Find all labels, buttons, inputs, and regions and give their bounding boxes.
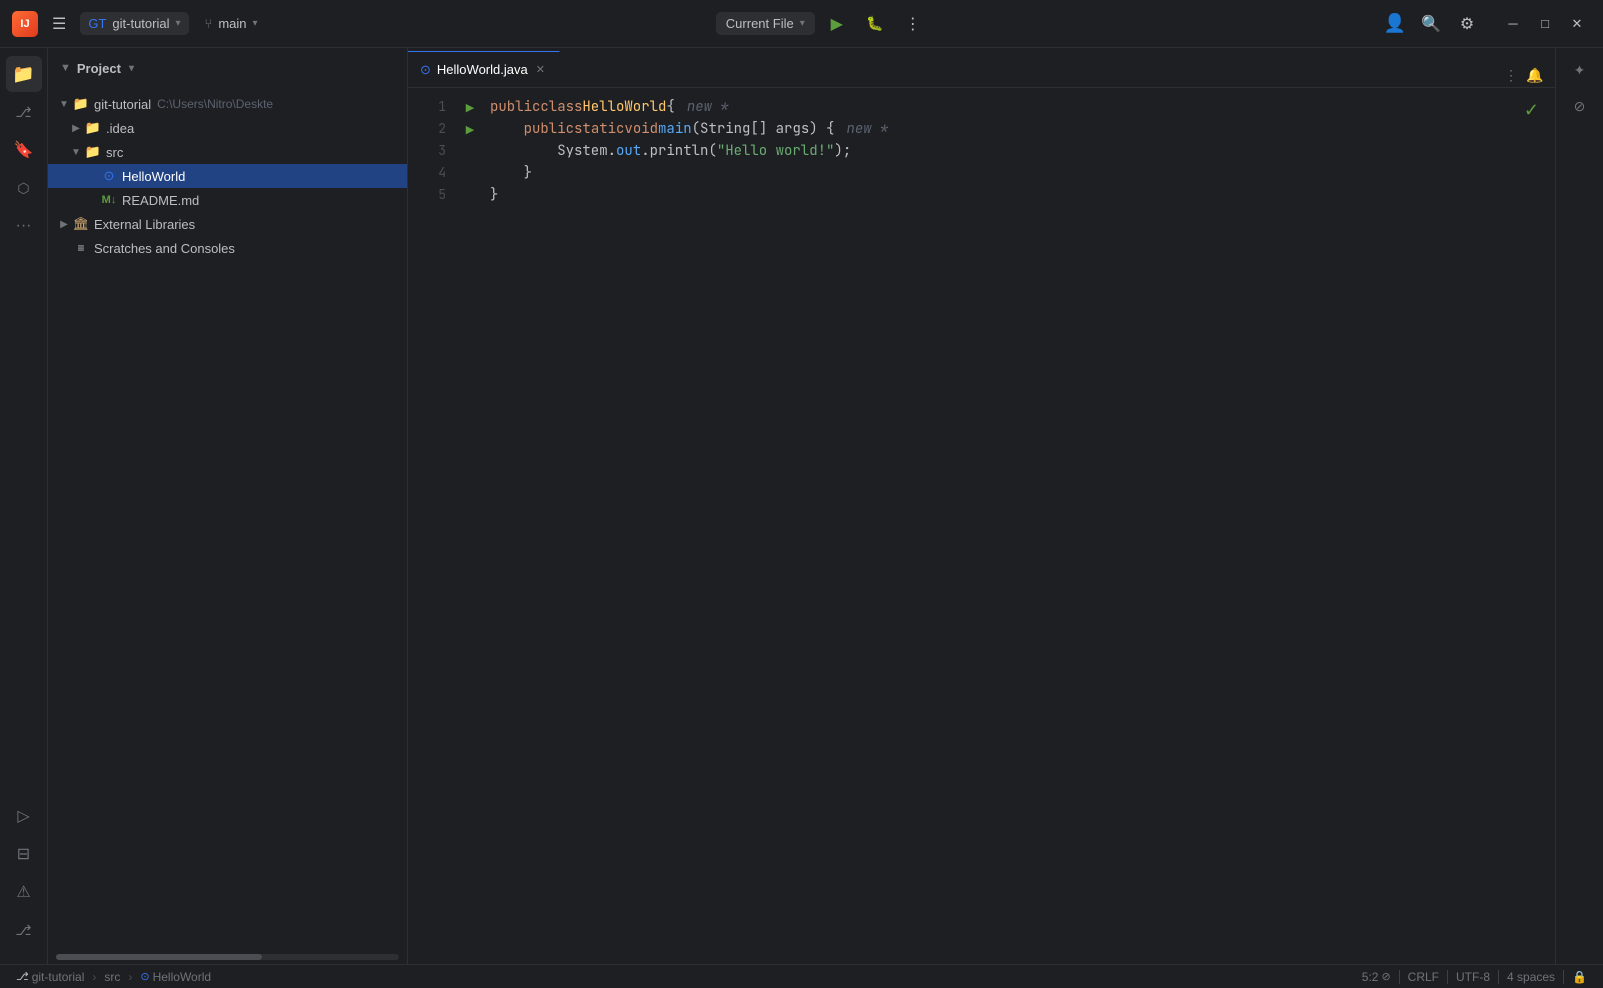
notification-button[interactable]: 🔔 <box>1523 63 1547 87</box>
code-line-3: System.out.println("Hello world!"); <box>490 140 1555 162</box>
sidebar-icon-run[interactable]: ▷ <box>6 798 42 834</box>
statusbar-line-ending[interactable]: CRLF <box>1404 967 1443 987</box>
tabs-actions: ⋮ 🔔 <box>1491 63 1555 87</box>
settings-button[interactable]: ⚙ <box>1451 8 1483 40</box>
sidebar-icon-git[interactable]: ⎇ <box>6 94 42 130</box>
statusbar: ⎇ git-tutorial › src › ⊙ HelloWorld 5:2 … <box>0 964 1603 988</box>
run-line-5: ▶ <box>458 184 482 206</box>
sidebar-icon-terminal[interactable]: ⊟ <box>6 836 42 872</box>
statusbar-dir[interactable]: src <box>100 967 124 987</box>
project-tree: ▼ 📁 git-tutorial C:\Users\Nitro\Deskte ▶… <box>48 88 407 950</box>
panel-scrollbar[interactable] <box>56 954 399 960</box>
close-button[interactable]: ✕ <box>1563 10 1591 38</box>
sidebar-icon-project[interactable]: 📁 <box>6 56 42 92</box>
tree-item-root[interactable]: ▼ 📁 git-tutorial C:\Users\Nitro\Deskte <box>48 92 407 116</box>
tree-item-idea[interactable]: ▶ 📁 .idea <box>48 116 407 140</box>
line-numbers: 1 2 3 4 5 <box>408 88 458 964</box>
panel-scrollbar-thumb <box>56 954 262 960</box>
sidebar-icon-structure[interactable]: ⬡ <box>6 170 42 206</box>
statusbar-indent[interactable]: 4 spaces <box>1503 967 1559 987</box>
code-line-2: public static void main(String[] args) {… <box>490 118 1555 140</box>
tabs-more-button[interactable]: ⋮ <box>1499 63 1523 87</box>
run-line-3: ▶ <box>458 140 482 162</box>
project-header[interactable]: ▼ Project ▾ <box>48 48 407 88</box>
git-branch-icon: ⎇ <box>16 970 29 983</box>
search-button[interactable]: 🔍 <box>1415 8 1447 40</box>
run-line-1[interactable]: ▶ <box>458 96 482 118</box>
statusbar-encoding[interactable]: UTF-8 <box>1452 967 1494 987</box>
code-line-5: } <box>490 184 1555 206</box>
statusbar-lock[interactable]: 🔒 <box>1568 967 1591 987</box>
profile-button[interactable]: 👤 <box>1379 8 1411 40</box>
tree-item-scratches[interactable]: ▶ ≡ Scratches and Consoles <box>48 236 407 260</box>
debug-button[interactable]: 🐛 <box>859 8 891 40</box>
statusbar-git[interactable]: ⎇ git-tutorial <box>12 967 88 987</box>
icon-sidebar: 📁 ⎇ 🔖 ⬡ ··· ▷ ⊟ ⚠ ⎇ <box>0 48 48 964</box>
icon-sidebar-bottom: ▷ ⊟ ⚠ ⎇ <box>6 798 42 956</box>
titlebar: IJ ☰ GT git-tutorial ▾ ⑂ main ▾ Current … <box>0 0 1603 48</box>
run-button[interactable]: ▶ <box>821 8 853 40</box>
app-logo: IJ <box>12 11 38 37</box>
tab-helloworld[interactable]: ⊙ HelloWorld.java ✕ <box>408 51 560 87</box>
tree-item-readme[interactable]: M↓ README.md <box>48 188 407 212</box>
sidebar-icon-problems[interactable]: ⚠ <box>6 874 42 910</box>
run-line-2[interactable]: ▶ <box>458 118 482 140</box>
icon-sidebar-top: 📁 ⎇ 🔖 ⬡ ··· <box>6 56 42 796</box>
statusbar-cursor[interactable]: 5:2 ⊘ <box>1358 967 1395 987</box>
maximize-button[interactable]: □ <box>1531 10 1559 38</box>
run-config-selector[interactable]: Current File ▾ <box>716 12 815 35</box>
editor-tabs: ⊙ HelloWorld.java ✕ ⋮ 🔔 <box>408 48 1555 88</box>
scrollbar-track[interactable]: ⊘ <box>1566 92 1594 120</box>
run-gutter: ▶ ▶ ▶ ▶ ▶ <box>458 88 482 964</box>
check-icon: ✓ <box>1524 100 1539 121</box>
editor-area: ⊙ HelloWorld.java ✕ ⋮ 🔔 1 2 3 4 5 ▶ <box>408 48 1555 964</box>
code-line-4: } <box>490 162 1555 184</box>
code-editor[interactable]: 1 2 3 4 5 ▶ ▶ ▶ ▶ ▶ public class HelloWo… <box>408 88 1555 964</box>
more-options-button[interactable]: ⋮ <box>897 8 929 40</box>
tree-item-src[interactable]: ▼ 📁 src <box>48 140 407 164</box>
project-selector[interactable]: GT git-tutorial ▾ <box>80 12 188 35</box>
titlebar-actions: 👤 🔍 ⚙ ─ □ ✕ <box>1379 8 1591 40</box>
tab-java-icon: ⊙ <box>420 62 431 78</box>
titlebar-center: Current File ▾ ▶ 🐛 ⋮ <box>274 8 1371 40</box>
menu-button[interactable]: ☰ <box>46 10 72 38</box>
main-area: 📁 ⎇ 🔖 ⬡ ··· ▷ ⊟ ⚠ ⎇ ▼ Project ▾ ▼ 📁 git-… <box>0 48 1603 964</box>
branch-selector[interactable]: ⑂ main ▾ <box>197 12 266 35</box>
editor-right-sidebar: ✦ ⊘ <box>1555 48 1603 964</box>
tree-item-helloworld[interactable]: ⊙ HelloWorld <box>48 164 407 188</box>
minimize-button[interactable]: ─ <box>1499 10 1527 38</box>
statusbar-file[interactable]: ⊙ HelloWorld <box>136 967 215 987</box>
tab-close-button[interactable]: ✕ <box>534 61 547 78</box>
tree-item-extlibs[interactable]: ▶ 🏛 External Libraries <box>48 212 407 236</box>
ai-assistant-button[interactable]: ✦ <box>1566 56 1594 84</box>
project-panel: ▼ Project ▾ ▼ 📁 git-tutorial C:\Users\Ni… <box>48 48 408 964</box>
sidebar-icon-bookmarks[interactable]: 🔖 <box>6 132 42 168</box>
sidebar-icon-more[interactable]: ··· <box>6 208 42 244</box>
code-line-1: public class HelloWorld { new * <box>490 96 1555 118</box>
run-line-4: ▶ <box>458 162 482 184</box>
sidebar-icon-git-bottom[interactable]: ⎇ <box>6 912 42 948</box>
lock-icon: 🔒 <box>1572 970 1587 984</box>
code-content[interactable]: public class HelloWorld { new * public s… <box>482 88 1555 964</box>
